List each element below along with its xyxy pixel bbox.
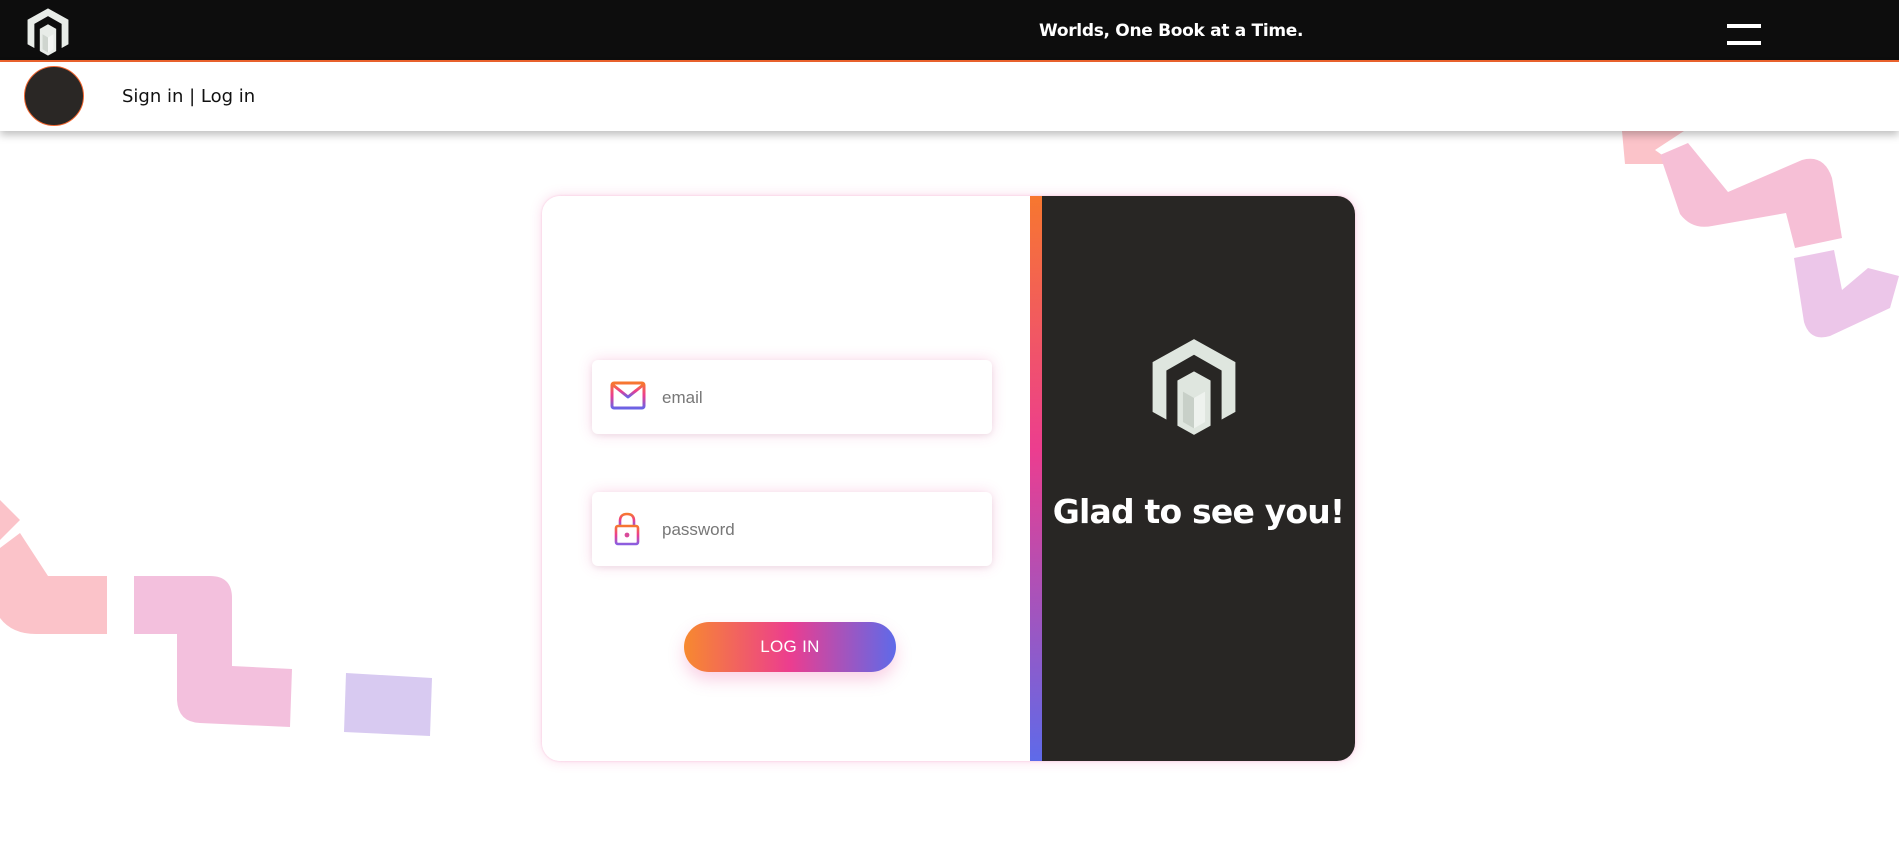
login-card: LOG IN Glad to see you! (542, 196, 1355, 761)
welcome-panel: Glad to see you! (1042, 196, 1355, 761)
top-navbar: Worlds, One Book at a Time. (0, 0, 1899, 62)
email-field (592, 360, 992, 434)
mail-icon (610, 381, 646, 410)
menu-bar-bottom (1727, 41, 1761, 45)
decoration-right-squiggle (1622, 131, 1899, 338)
password-input[interactable] (660, 506, 979, 554)
avatar[interactable] (24, 66, 84, 126)
hamburger-menu-icon[interactable] (1727, 22, 1763, 46)
email-input[interactable] (660, 374, 979, 422)
auth-separator: | (183, 86, 201, 107)
login-button[interactable]: LOG IN (684, 622, 896, 672)
sign-in-link[interactable]: Sign in (122, 86, 183, 107)
hexagon-tower-logo-icon[interactable] (25, 7, 71, 57)
decoration-left-squiggle (0, 500, 432, 736)
lock-icon (614, 512, 640, 546)
menu-bar-top (1727, 24, 1761, 28)
account-bar: Sign in | Log in (0, 62, 1899, 131)
password-field (592, 492, 992, 566)
login-form: LOG IN (542, 196, 1030, 761)
site-tagline: Worlds, One Book at a Time. (1039, 21, 1304, 41)
log-in-link[interactable]: Log in (201, 86, 255, 107)
auth-links: Sign in | Log in (122, 86, 255, 107)
welcome-message: Glad to see you! (1052, 492, 1345, 531)
hexagon-tower-logo-icon (1152, 339, 1236, 435)
gradient-divider (1030, 196, 1042, 761)
